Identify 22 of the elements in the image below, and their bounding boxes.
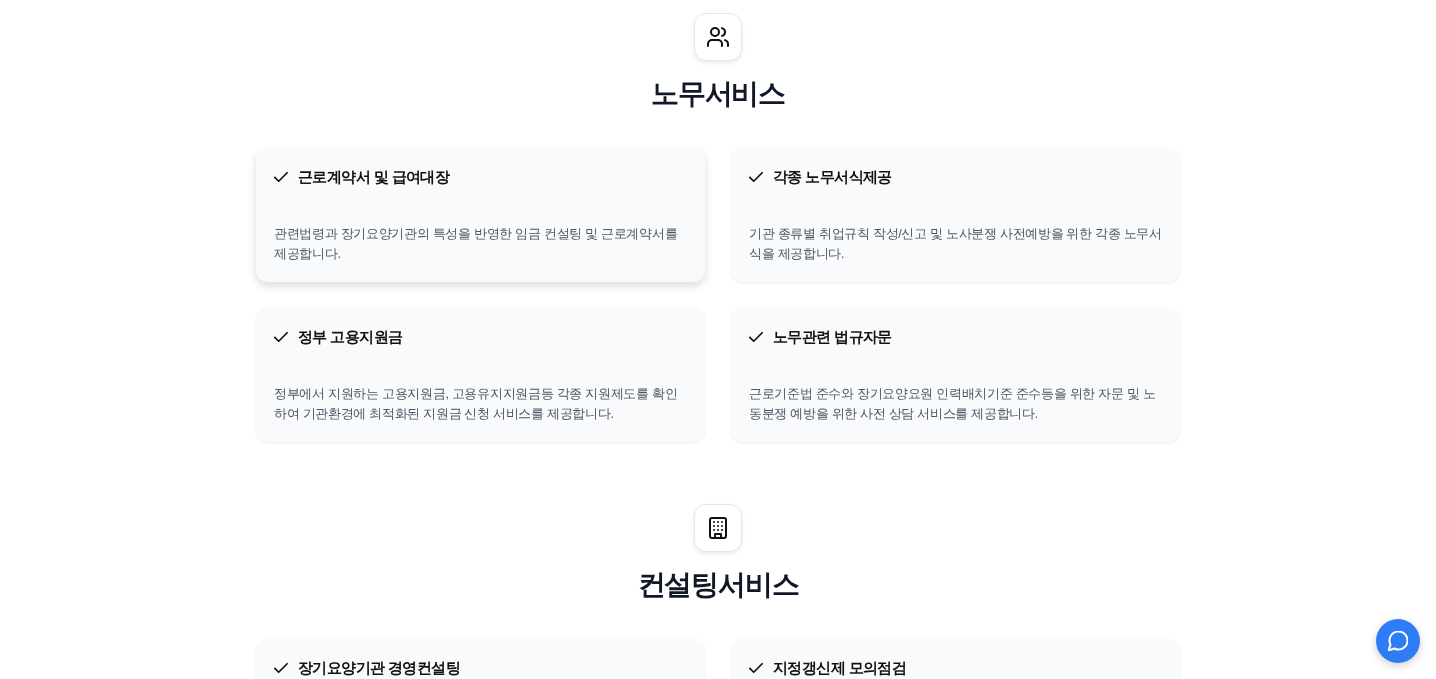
section-title: 노무서비스 [651, 77, 785, 111]
card-title: 장기요양기관 경영컨설팅 [298, 658, 460, 678]
card-title: 각종 노무서식제공 [773, 167, 892, 187]
card-title: 노무관련 법규자문 [773, 327, 892, 347]
building-icon [694, 504, 742, 552]
people-icon [694, 13, 742, 61]
chat-icon [1388, 631, 1408, 651]
check-icon [274, 661, 288, 675]
check-icon [274, 170, 288, 184]
section-title: 컨설팅서비스 [637, 568, 799, 602]
card-description: 기관 종류별 취업규칙 작성/신고 및 노사분쟁 사전예방을 위한 각종 노무서식을 제공합니다. [749, 226, 1162, 263]
card-title: 정부 고용지원금 [298, 327, 403, 347]
card-title: 근로계약서 및 급여대장 [298, 167, 450, 187]
chat-button[interactable] [1376, 619, 1420, 663]
check-icon [749, 170, 763, 184]
check-icon [274, 330, 288, 344]
card-description: 정부에서 지원하는 고용지원금, 고용유지지원금등 각종 지원제도를 확인하여 기관환경에 최적화된 지원금 신청 서비스를 제공합니다. [274, 386, 679, 423]
card-description: 관련법령과 장기요양기관의 특성을 반영한 임금 컨설팅 및 근로계약서를 제공합니다. [274, 226, 679, 263]
card-title: 지정갱신제 모의점검 [773, 658, 907, 678]
check-icon [749, 661, 763, 675]
card-description: 근로기준법 준수와 장기요양요원 인력배치기준 준수등을 위한 자문 및 노동분쟁 예방을 위한 사전 상담 서비스를 제공합니다. [749, 386, 1157, 423]
check-icon [749, 330, 763, 344]
